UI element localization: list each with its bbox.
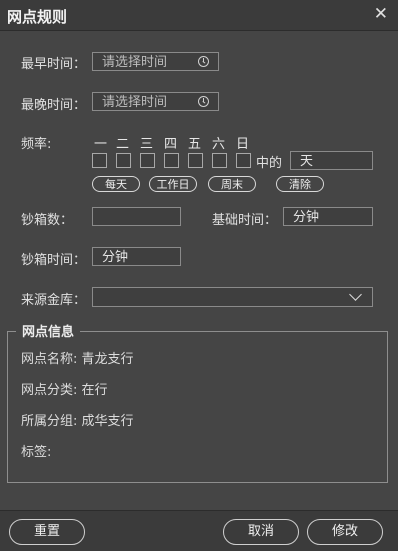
weekday-label-wed: 三 xyxy=(140,137,154,152)
weekday-label-thu: 四 xyxy=(164,137,178,152)
latest-time-label: 最晚时间： xyxy=(21,98,87,113)
cashbox-count-label: 钞箱数： xyxy=(21,213,74,228)
weekday-checkbox-sun[interactable] xyxy=(236,153,251,168)
weekday-checkbox-wed[interactable] xyxy=(140,153,155,168)
cashbox-count-input[interactable] xyxy=(92,207,181,226)
base-time-unit: 分钟 xyxy=(293,210,320,225)
branch-info-legend: 网点信息 xyxy=(16,321,81,340)
weekday-label-tue: 二 xyxy=(116,137,130,152)
modify-button[interactable]: 修改 xyxy=(307,519,383,545)
base-time-input[interactable]: 分钟 xyxy=(283,207,373,226)
base-time-label: 基础时间： xyxy=(212,213,278,228)
close-icon[interactable]: ✕ xyxy=(374,4,388,24)
frequency-label: 频率: xyxy=(21,137,52,152)
chevron-down-icon[interactable] xyxy=(349,288,362,301)
earliest-time-label: 最早时间： xyxy=(21,57,87,72)
workday-button[interactable]: 工作日 xyxy=(149,176,197,192)
weekend-button[interactable]: 周末 xyxy=(208,176,256,192)
title-bar: 网点规则 ✕ xyxy=(0,0,398,31)
cashbox-time-input[interactable]: 分钟 xyxy=(92,247,181,266)
clear-button[interactable]: 清除 xyxy=(276,176,324,192)
weekday-label-sun: 日 xyxy=(236,137,250,152)
branch-name: 网点名称: 青龙支行 xyxy=(21,352,134,367)
earliest-time-placeholder: 请选择时间 xyxy=(102,55,168,70)
day-count-input[interactable]: 天 xyxy=(290,151,373,170)
weekday-checkbox-mon[interactable] xyxy=(92,153,107,168)
weekday-label-fri: 五 xyxy=(188,137,202,152)
earliest-time-input[interactable]: 请选择时间 xyxy=(92,52,219,71)
dialog-title: 网点规则 xyxy=(7,8,68,26)
weekday-label-mon: 一 xyxy=(94,137,108,152)
among-label: 中的 xyxy=(256,156,283,171)
weekday-checkbox-tue[interactable] xyxy=(116,153,131,168)
branch-group: 所属分组: 成华支行 xyxy=(21,414,134,429)
source-vault-select[interactable] xyxy=(92,287,373,307)
cashbox-time-unit: 分钟 xyxy=(102,250,129,265)
clock-icon[interactable] xyxy=(198,96,209,107)
cancel-button[interactable]: 取消 xyxy=(223,519,299,545)
source-vault-label: 来源金库： xyxy=(21,293,87,308)
weekday-checkbox-thu[interactable] xyxy=(164,153,179,168)
day-unit-text: 天 xyxy=(300,154,314,169)
weekday-checkbox-fri[interactable] xyxy=(188,153,203,168)
every-day-button[interactable]: 每天 xyxy=(92,176,140,192)
latest-time-input[interactable]: 请选择时间 xyxy=(92,92,219,111)
cashbox-time-label: 钞箱时间： xyxy=(21,253,87,268)
weekday-checkbox-sat[interactable] xyxy=(212,153,227,168)
latest-time-placeholder: 请选择时间 xyxy=(102,95,168,110)
reset-button[interactable]: 重置 xyxy=(9,519,85,545)
branch-tags: 标签: xyxy=(21,445,52,460)
weekday-label-sat: 六 xyxy=(212,137,226,152)
branch-category: 网点分类: 在行 xyxy=(21,383,108,398)
clock-icon[interactable] xyxy=(198,56,209,67)
